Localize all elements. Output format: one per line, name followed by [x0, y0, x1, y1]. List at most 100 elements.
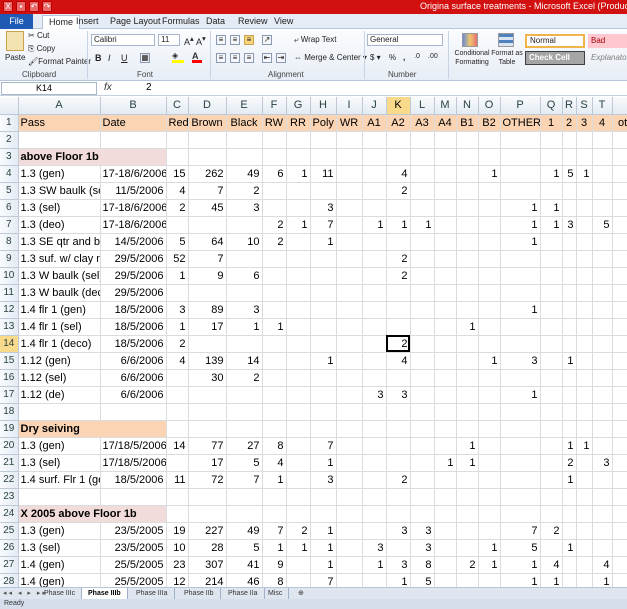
cell-s1[interactable]: 3	[576, 114, 593, 132]
cell-m17[interactable]	[434, 386, 457, 404]
row-header[interactable]: 16	[0, 369, 19, 387]
cell-s11[interactable]	[576, 284, 593, 302]
cell-e12[interactable]: 3	[226, 301, 263, 319]
cell-f11[interactable]	[262, 284, 287, 302]
cell-i1[interactable]: WR	[336, 114, 363, 132]
cell-o6[interactable]	[478, 199, 501, 217]
column-header-p[interactable]: P	[500, 97, 541, 115]
cell-f5[interactable]	[262, 182, 287, 200]
cell-h15[interactable]: 1	[310, 352, 337, 370]
cell-f25[interactable]: 7	[262, 522, 287, 540]
cell-l23[interactable]	[410, 488, 435, 506]
cell-b5[interactable]: 11/5/2006	[100, 182, 167, 200]
fx-icon[interactable]: fx	[104, 82, 112, 93]
tab-review[interactable]: Review	[238, 15, 268, 29]
cell-n25[interactable]	[456, 522, 479, 540]
cell-e8[interactable]: 10	[226, 233, 263, 251]
cell-m5[interactable]	[434, 182, 457, 200]
cell-e7[interactable]	[226, 216, 263, 234]
cell-k5[interactable]: 2	[386, 182, 411, 200]
cell-j20[interactable]	[362, 437, 387, 455]
cell-o8[interactable]	[478, 233, 501, 251]
cell-g26[interactable]: 1	[286, 539, 311, 557]
cell-f15[interactable]	[262, 352, 287, 370]
cell-c3[interactable]	[166, 148, 189, 166]
cell-l21[interactable]	[410, 454, 435, 472]
cell-t2[interactable]	[592, 131, 613, 149]
column-header-k[interactable]: K	[386, 97, 411, 115]
cell-u7[interactable]: 1	[612, 216, 627, 234]
cell-a22[interactable]: 1.4 surf. Flr 1 (ge	[18, 471, 101, 489]
cell-h27[interactable]: 1	[310, 556, 337, 574]
cell-e23[interactable]	[226, 488, 263, 506]
row-header[interactable]: 25	[0, 522, 19, 540]
cell-s18[interactable]	[576, 403, 593, 421]
cell-h13[interactable]	[310, 318, 337, 336]
cell-u16[interactable]	[612, 369, 627, 387]
decrease-decimal-icon[interactable]: .00	[428, 53, 438, 60]
cell-f21[interactable]: 4	[262, 454, 287, 472]
row-header[interactable]: 24	[0, 505, 19, 523]
cell-g10[interactable]	[286, 267, 311, 285]
cell-t18[interactable]	[592, 403, 613, 421]
cell-g9[interactable]	[286, 250, 311, 268]
cell-j28[interactable]	[362, 573, 387, 587]
cell-c18[interactable]	[166, 403, 189, 421]
cell-q22[interactable]	[540, 471, 563, 489]
cell-f1[interactable]: RW	[262, 114, 287, 132]
cell-p28[interactable]: 1	[500, 573, 541, 587]
cell-o18[interactable]	[478, 403, 501, 421]
cell-c4[interactable]: 15	[166, 165, 189, 183]
tab-view[interactable]: View	[274, 15, 293, 29]
cell-c22[interactable]: 11	[166, 471, 189, 489]
cell-d1[interactable]: Brown	[188, 114, 227, 132]
cell-r22[interactable]: 1	[562, 471, 577, 489]
row-header[interactable]: 6	[0, 199, 19, 217]
cell-p3[interactable]	[500, 148, 541, 166]
cell-u22[interactable]: 2	[612, 471, 627, 489]
cell-e19[interactable]	[226, 420, 263, 438]
align-left-icon[interactable]: ≡	[216, 53, 226, 63]
cell-u17[interactable]	[612, 386, 627, 404]
cell-g8[interactable]	[286, 233, 311, 251]
row-header[interactable]: 21	[0, 454, 19, 472]
cell-c8[interactable]: 5	[166, 233, 189, 251]
cell-f3[interactable]	[262, 148, 287, 166]
cell-a19[interactable]: Dry seiving	[18, 420, 167, 438]
cell-j23[interactable]	[362, 488, 387, 506]
cell-e13[interactable]: 1	[226, 318, 263, 336]
cell-t11[interactable]	[592, 284, 613, 302]
cell-m23[interactable]	[434, 488, 457, 506]
cell-n3[interactable]	[456, 148, 479, 166]
cell-d13[interactable]: 17	[188, 318, 227, 336]
cell-p11[interactable]	[500, 284, 541, 302]
cell-a6[interactable]: 1.3 (sel)	[18, 199, 101, 217]
cell-o14[interactable]	[478, 335, 501, 353]
cell-c7[interactable]	[166, 216, 189, 234]
cell-d11[interactable]	[188, 284, 227, 302]
cell-m8[interactable]	[434, 233, 457, 251]
cell-p16[interactable]	[500, 369, 541, 387]
cell-j24[interactable]	[362, 505, 387, 523]
cell-h1[interactable]: Poly	[310, 114, 337, 132]
cell-q26[interactable]	[540, 539, 563, 557]
cell-o1[interactable]: B2	[478, 114, 501, 132]
cell-e3[interactable]	[226, 148, 263, 166]
cell-l25[interactable]: 3	[410, 522, 435, 540]
name-box[interactable]: K14	[1, 82, 97, 95]
cell-t23[interactable]	[592, 488, 613, 506]
cell-h6[interactable]: 3	[310, 199, 337, 217]
cell-s5[interactable]	[576, 182, 593, 200]
column-header-j[interactable]: J	[362, 97, 387, 115]
cell-g20[interactable]	[286, 437, 311, 455]
cell-d14[interactable]	[188, 335, 227, 353]
cell-c25[interactable]: 19	[166, 522, 189, 540]
cell-j7[interactable]: 1	[362, 216, 387, 234]
cell-j2[interactable]	[362, 131, 387, 149]
cell-j1[interactable]: A1	[362, 114, 387, 132]
cell-k23[interactable]	[386, 488, 411, 506]
cell-l6[interactable]	[410, 199, 435, 217]
cell-u11[interactable]	[612, 284, 627, 302]
row-header[interactable]: 15	[0, 352, 19, 370]
cell-i7[interactable]	[336, 216, 363, 234]
